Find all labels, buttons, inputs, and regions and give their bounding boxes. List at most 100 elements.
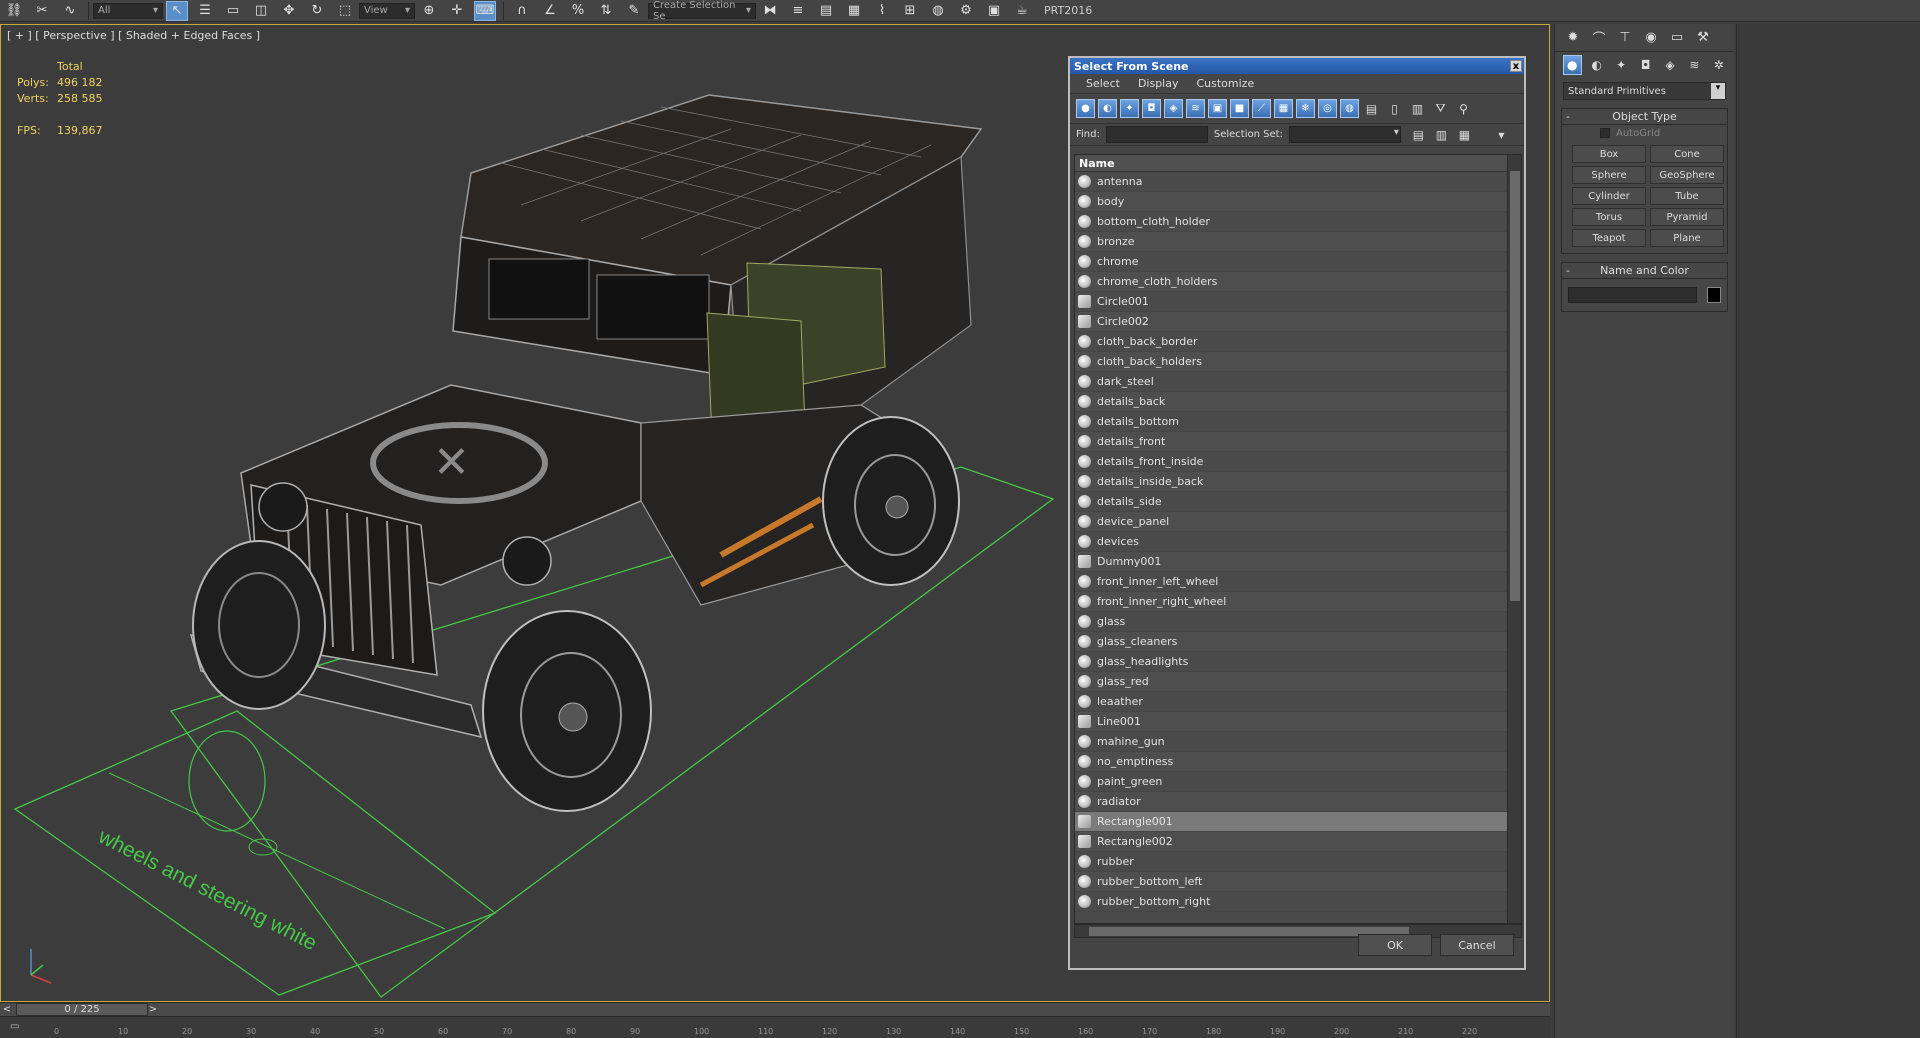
move-icon[interactable]: ✥ (278, 1, 300, 21)
list-item[interactable]: chrome_cloth_holders (1075, 272, 1521, 292)
select-by-name-icon[interactable]: ☰ (194, 1, 216, 21)
primitive-category-dropdown[interactable]: Standard Primitives ▾ (1563, 82, 1726, 100)
graphite-ribbon-icon[interactable]: ▦ (843, 1, 865, 21)
list-item[interactable]: details_back (1075, 392, 1521, 412)
link-icon[interactable]: ⛓ (3, 1, 25, 21)
render-setup-icon[interactable]: ⚙ (955, 1, 977, 21)
rotate-icon[interactable]: ↻ (306, 1, 328, 21)
list-item[interactable]: paint_green (1075, 772, 1521, 792)
list-item[interactable]: Circle001 (1075, 292, 1521, 312)
menu-customize[interactable]: Customize (1196, 77, 1254, 90)
primitive-button-pyramid[interactable]: Pyramid (1650, 208, 1724, 226)
display-geometry-icon[interactable]: ● (1076, 99, 1095, 118)
render-production-icon[interactable]: ☕ (1011, 1, 1033, 21)
list-item[interactable]: mahine_gun (1075, 732, 1521, 752)
display-hidden-icon[interactable]: ◎ (1318, 99, 1337, 118)
primitive-button-sphere[interactable]: Sphere (1572, 166, 1646, 184)
viewport-label[interactable]: [ + ] [ Perspective ] [ Shaded + Edged F… (7, 29, 260, 42)
shapes-category-icon[interactable]: ◐ (1588, 55, 1606, 75)
display-groups-icon[interactable]: ▣ (1208, 99, 1227, 118)
angle-snap-icon[interactable]: ∠ (539, 1, 561, 21)
scale-icon[interactable]: ⬚ (334, 1, 356, 21)
list-item[interactable]: leaather (1075, 692, 1521, 712)
list-item[interactable]: no_emptiness (1075, 752, 1521, 772)
list-item[interactable]: details_side (1075, 492, 1521, 512)
time-prev-arrow[interactable]: < (0, 1003, 14, 1016)
object-color-swatch[interactable] (1707, 287, 1721, 303)
rendered-frame-window-icon[interactable]: ▣ (983, 1, 1005, 21)
layer-manager-icon[interactable]: ▤ (815, 1, 837, 21)
select-all-icon[interactable]: ▤ (1362, 99, 1381, 118)
dialog-titlebar[interactable]: Select From Scene x (1070, 58, 1524, 74)
display-cameras-icon[interactable]: ◘ (1142, 99, 1161, 118)
percent-snap-icon[interactable]: % (567, 1, 589, 21)
list-item[interactable]: glass_red (1075, 672, 1521, 692)
list-item[interactable]: bronze (1075, 232, 1521, 252)
display-space-warps-icon[interactable]: ≋ (1186, 99, 1205, 118)
list-item[interactable]: rubber (1075, 852, 1521, 872)
select-invert-icon[interactable]: ▥ (1408, 99, 1427, 118)
selection-set-remove-icon[interactable]: ▦ (1455, 125, 1474, 144)
bind-space-warp-icon[interactable]: ∿ (59, 1, 81, 21)
utilities-tab-icon[interactable]: ⚒ (1693, 28, 1713, 48)
list-item[interactable]: Circle002 (1075, 312, 1521, 332)
primitive-button-box[interactable]: Box (1572, 145, 1646, 163)
find-input[interactable] (1105, 126, 1208, 143)
list-item[interactable]: radiator (1075, 792, 1521, 812)
list-item[interactable]: chrome (1075, 252, 1521, 272)
rectangular-selection-icon[interactable]: ▭ (222, 1, 244, 21)
lights-category-icon[interactable]: ✦ (1612, 55, 1630, 75)
selection-set-edit-icon[interactable]: ▤ (1409, 125, 1428, 144)
curve-editor-icon[interactable]: ⌇ (871, 1, 893, 21)
primitive-button-tube[interactable]: Tube (1650, 187, 1724, 205)
primitive-button-cone[interactable]: Cone (1650, 145, 1724, 163)
time-slider-thumb[interactable]: 0 / 225 (16, 1003, 148, 1016)
reference-coordinate-dropdown[interactable]: View ▾ (359, 2, 415, 19)
unlink-icon[interactable]: ✂ (31, 1, 53, 21)
list-scroll-thumb[interactable] (1510, 171, 1520, 601)
window-crossing-icon[interactable]: ◫ (250, 1, 272, 21)
modify-tab-icon[interactable]: ⌒ (1589, 28, 1609, 48)
list-item[interactable]: rubber_bottom_left (1075, 872, 1521, 892)
list-item[interactable]: Rectangle001 (1075, 812, 1521, 832)
list-item[interactable]: front_inner_left_wheel (1075, 572, 1521, 592)
display-frozen-icon[interactable]: ❄ (1296, 99, 1315, 118)
primitive-button-plane[interactable]: Plane (1650, 229, 1724, 247)
filter-icon[interactable]: ⛛ (1431, 99, 1450, 118)
display-helpers-icon[interactable]: ◈ (1164, 99, 1183, 118)
systems-category-icon[interactable]: ✲ (1710, 55, 1728, 75)
space-warps-category-icon[interactable]: ≋ (1685, 55, 1703, 75)
list-item[interactable]: bottom_cloth_holder (1075, 212, 1521, 232)
close-icon[interactable]: x (1510, 60, 1522, 72)
hierarchy-tab-icon[interactable]: ⊤ (1615, 28, 1635, 48)
selection-set-dropdown[interactable] (1288, 126, 1401, 143)
list-item[interactable]: glass_headlights (1075, 652, 1521, 672)
name-color-title[interactable]: Name and Color (1562, 263, 1727, 279)
display-bones-icon[interactable]: ⟋ (1252, 99, 1271, 118)
cancel-button[interactable]: Cancel (1440, 934, 1514, 956)
motion-tab-icon[interactable]: ◉ (1641, 28, 1661, 48)
time-next-arrow[interactable]: > (146, 1003, 160, 1016)
timeline-ruler[interactable]: ▭ 0 10 20 30 40 50 60 70 80 90 100 110 120 130 140 150 1… (0, 1016, 1550, 1038)
list-item[interactable]: rubber_bottom_right (1075, 892, 1521, 912)
menu-select[interactable]: Select (1086, 77, 1120, 90)
pivot-center-icon[interactable]: ⊕ (418, 1, 440, 21)
mirror-icon[interactable]: ⧓ (759, 1, 781, 21)
list-item[interactable]: Dummy001 (1075, 552, 1521, 572)
mini-curve-editor-icon[interactable]: ▭ (10, 1021, 34, 1035)
list-item[interactable]: cloth_back_holders (1075, 352, 1521, 372)
list-item[interactable]: details_front (1075, 432, 1521, 452)
helpers-category-icon[interactable]: ◈ (1661, 55, 1679, 75)
primitive-button-geosphere[interactable]: GeoSphere (1650, 166, 1724, 184)
cameras-category-icon[interactable]: ◘ (1636, 55, 1654, 75)
list-item[interactable]: details_inside_back (1075, 472, 1521, 492)
named-selection-set-dropdown[interactable]: Create Selection Se ▾ (648, 0, 756, 22)
selection-set-add-icon[interactable]: ▥ (1432, 125, 1451, 144)
autogrid-checkbox[interactable]: AutoGrid (1562, 125, 1727, 141)
list-item[interactable]: cloth_back_border (1075, 332, 1521, 352)
object-type-title[interactable]: Object Type (1562, 109, 1727, 125)
primitive-button-torus[interactable]: Torus (1572, 208, 1646, 226)
spinner-snap-icon[interactable]: ⇅ (595, 1, 617, 21)
primitive-button-teapot[interactable]: Teapot (1572, 229, 1646, 247)
primitive-button-cylinder[interactable]: Cylinder (1572, 187, 1646, 205)
